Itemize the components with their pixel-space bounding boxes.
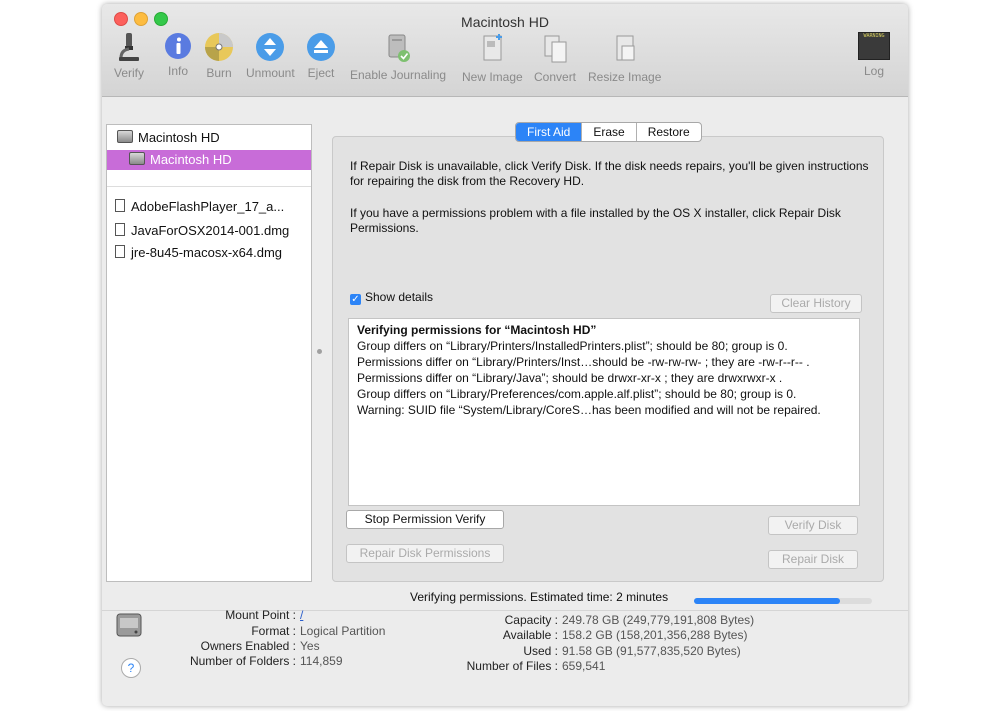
info-icon xyxy=(165,33,191,59)
log-button[interactable]: WARNING Log xyxy=(858,32,890,78)
stop-permission-verify-button[interactable]: Stop Permission Verify xyxy=(346,510,504,529)
sidebar-divider xyxy=(107,186,311,187)
capacity-value: 249.78 GB (249,779,191,808 Bytes) xyxy=(562,613,755,627)
hard-disk-icon xyxy=(116,613,142,637)
log-line: Group differs on “Library/Printers/Insta… xyxy=(357,339,788,353)
info-label: Info xyxy=(167,64,188,78)
help-button[interactable]: ? xyxy=(121,658,141,678)
sidebar-item-label: JavaForOSX2014-001.dmg xyxy=(131,223,290,238)
resize-image-icon xyxy=(616,35,635,61)
owners-enabled-value: Yes xyxy=(300,639,320,653)
burn-disc-icon xyxy=(205,33,233,61)
log-line: Warning: SUID file “System/Library/CoreS… xyxy=(357,403,821,417)
sidebar-item-macintosh-hd-volume[interactable]: Macintosh HD xyxy=(107,150,311,170)
new-image-button[interactable]: New Image xyxy=(462,32,523,84)
tab-restore[interactable]: Restore xyxy=(635,123,701,141)
log-line: Permissions differ on “Library/Printers/… xyxy=(357,355,810,369)
disk-image-icon xyxy=(115,199,125,212)
status-text: Verifying permissions. Estimated time: 2… xyxy=(410,590,669,604)
eject-button[interactable]: Eject xyxy=(306,32,336,80)
log-title: Verifying permissions for “Macintosh HD” xyxy=(357,323,597,337)
burn-label: Burn xyxy=(206,66,232,80)
available-label: Available : xyxy=(502,628,558,642)
disk-utility-window: Macintosh HD Verify Info Burn Unmount Ej… xyxy=(102,4,908,706)
first-aid-instructions-2: If you have a permissions problem with a… xyxy=(350,206,841,235)
clear-history-button[interactable]: Clear History xyxy=(770,294,862,313)
unmount-icon xyxy=(256,33,285,61)
disk-image-icon xyxy=(115,245,125,258)
microscope-icon xyxy=(119,33,139,61)
enable-journaling-button[interactable]: Enable Journaling xyxy=(350,32,446,82)
sidebar-item-label: AdobeFlashPlayer_17_a... xyxy=(131,199,285,214)
show-details-checkbox[interactable]: ✓ Show details xyxy=(350,290,433,305)
verify-disk-button[interactable]: Verify Disk xyxy=(768,516,858,535)
log-icon-text: WARNING xyxy=(863,33,885,39)
verify-button[interactable]: Verify xyxy=(114,32,144,80)
format-label: Format : xyxy=(251,624,296,638)
available-value: 158.2 GB (158,201,356,288 Bytes) xyxy=(562,628,748,642)
used-value: 91.58 GB (91,577,835,520 Bytes) xyxy=(562,644,741,658)
tab-erase[interactable]: Erase xyxy=(581,123,635,141)
mount-point-value[interactable]: / xyxy=(300,608,303,622)
split-view-handle[interactable] xyxy=(317,349,322,354)
eject-label: Eject xyxy=(307,66,335,80)
new-image-icon xyxy=(483,34,503,61)
sidebar-item-label: jre-8u45-macosx-x64.dmg xyxy=(131,245,283,260)
unmount-button[interactable]: Unmount xyxy=(246,32,295,80)
burn-button[interactable]: Burn xyxy=(204,32,234,80)
hard-disk-icon xyxy=(129,152,145,165)
first-aid-instructions-1: If Repair Disk is unavailable, click Ver… xyxy=(350,159,869,188)
convert-icon xyxy=(544,35,567,63)
resize-image-button[interactable]: Resize Image xyxy=(588,32,661,84)
resize-image-label: Resize Image xyxy=(588,70,662,84)
sidebar-item-jre-dmg[interactable]: jre-8u45-macosx-x64.dmg xyxy=(115,245,282,260)
log-label: Log xyxy=(863,64,885,78)
log-line: Group differs on “Library/Preferences/co… xyxy=(357,387,797,401)
show-details-label: Show details xyxy=(365,290,434,304)
number-of-folders-value: 114,859 xyxy=(300,654,343,668)
log-line: Permissions differ on “Library/Java”; sh… xyxy=(357,371,783,385)
number-of-files-label: Number of Files : xyxy=(466,659,558,673)
eject-icon xyxy=(307,33,335,61)
unmount-label: Unmount xyxy=(246,66,295,80)
info-button[interactable]: Info xyxy=(164,32,192,78)
number-of-files-value: 659,541 xyxy=(562,659,606,673)
progress-fill xyxy=(694,598,840,604)
sidebar-item-label: Macintosh HD xyxy=(150,152,232,167)
disk-list-sidebar: Macintosh HD Macintosh HD AdobeFlashPlay… xyxy=(106,124,312,582)
sidebar-item-java-dmg[interactable]: JavaForOSX2014-001.dmg xyxy=(115,223,289,238)
sidebar-item-flash-player-dmg[interactable]: AdobeFlashPlayer_17_a... xyxy=(115,199,284,214)
enable-journaling-label: Enable Journaling xyxy=(350,68,447,82)
toolbar: Macintosh HD Verify Info Burn Unmount Ej… xyxy=(102,4,908,97)
repair-disk-button[interactable]: Repair Disk xyxy=(768,550,858,569)
new-image-label: New Image xyxy=(462,70,523,84)
journaling-icon xyxy=(388,34,411,62)
log-console-icon: WARNING xyxy=(858,32,890,60)
hard-disk-icon xyxy=(117,130,133,143)
progress-bar xyxy=(694,598,872,604)
info-divider xyxy=(102,610,908,611)
verify-label: Verify xyxy=(114,66,145,80)
disk-image-icon xyxy=(115,223,125,236)
window-title: Macintosh HD xyxy=(461,14,549,30)
owners-enabled-label: Owners Enabled : xyxy=(200,639,296,653)
repair-disk-permissions-button[interactable]: Repair Disk Permissions xyxy=(346,544,504,563)
tab-first-aid[interactable]: First Aid xyxy=(516,123,582,141)
mount-point-label: Mount Point : xyxy=(225,608,296,622)
format-value: Logical Partition xyxy=(300,624,386,638)
sidebar-item-label: Macintosh HD xyxy=(138,130,220,145)
used-label: Used : xyxy=(523,644,558,658)
convert-button[interactable]: Convert xyxy=(534,32,576,84)
details-log: Verifying permissions for “Macintosh HD”… xyxy=(348,318,860,506)
checkmark-icon: ✓ xyxy=(350,294,361,305)
sidebar-item-macintosh-hd-disk[interactable]: Macintosh HD xyxy=(117,130,220,145)
number-of-folders-label: Number of Folders : xyxy=(189,654,296,668)
capacity-label: Capacity : xyxy=(504,613,558,627)
tab-bar: First Aid Erase Restore xyxy=(515,122,702,142)
convert-label: Convert xyxy=(534,70,577,84)
